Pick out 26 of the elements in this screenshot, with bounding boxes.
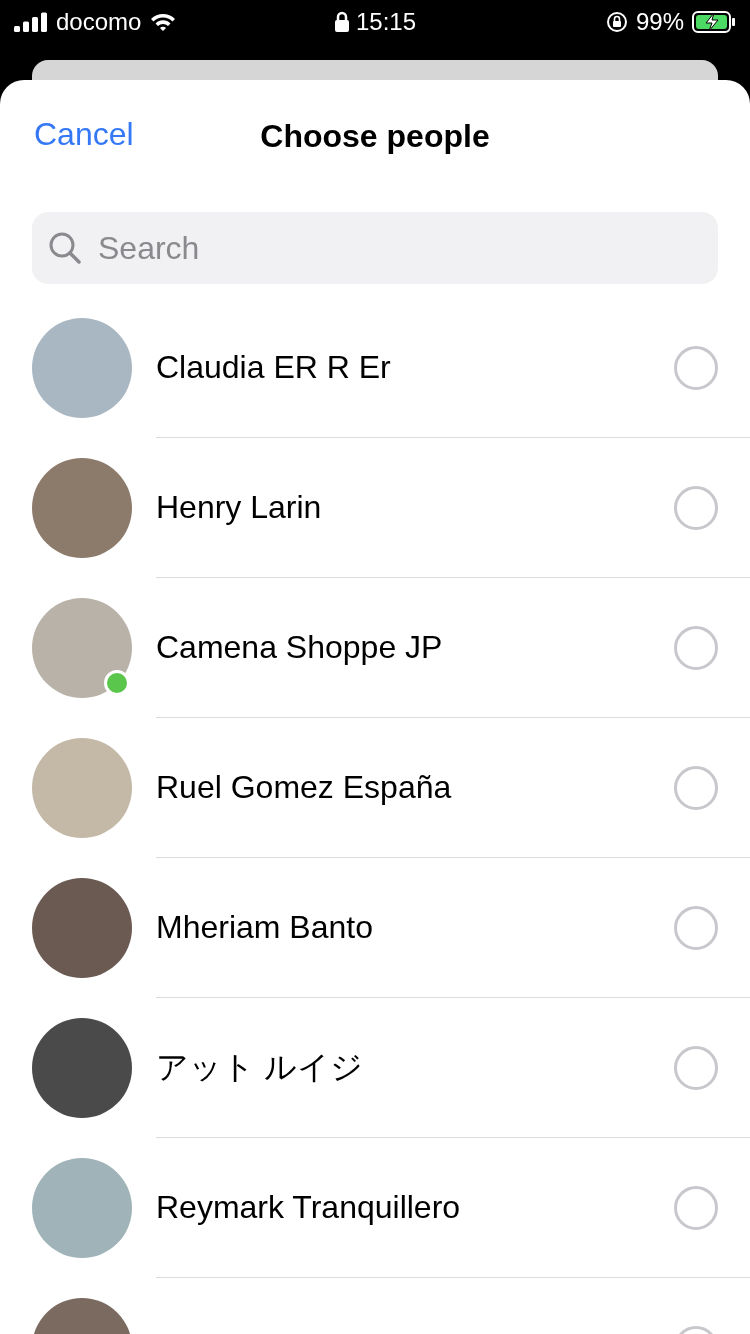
select-radio[interactable] [674,625,718,670]
select-radio[interactable] [674,1045,718,1090]
select-radio[interactable] [674,905,718,950]
contact-name: Ruel Gomez España [156,769,452,806]
contact-name: Mheriam Banto [156,909,373,946]
clock-time: 15:15 [355,8,417,36]
contact-name: Camena Shoppe JP [156,629,443,666]
search-bar[interactable]: Search [32,212,718,284]
contact-name: アット ルイジ [156,1047,363,1087]
rotation-lock-icon [605,11,628,33]
search-field[interactable]: Search [96,228,702,268]
contact-name: Reymark Tranquillero [156,1189,461,1226]
battery-percent: 99% [635,8,684,36]
select-radio[interactable] [674,345,718,390]
contact-name: Henry Larin [156,489,322,526]
lock-icon [333,11,350,33]
wifi-icon [149,12,178,32]
select-radio[interactable] [674,485,718,530]
signal-icon [14,12,48,32]
cancel-button[interactable]: Cancel [34,116,134,153]
carrier-name: docomo [56,8,142,36]
search-icon [48,231,82,265]
sheet-title: Choose people [260,117,490,155]
select-radio[interactable] [674,765,718,810]
select-radio[interactable] [674,1185,718,1230]
contact-name: Claudia ER R Er [156,349,391,386]
